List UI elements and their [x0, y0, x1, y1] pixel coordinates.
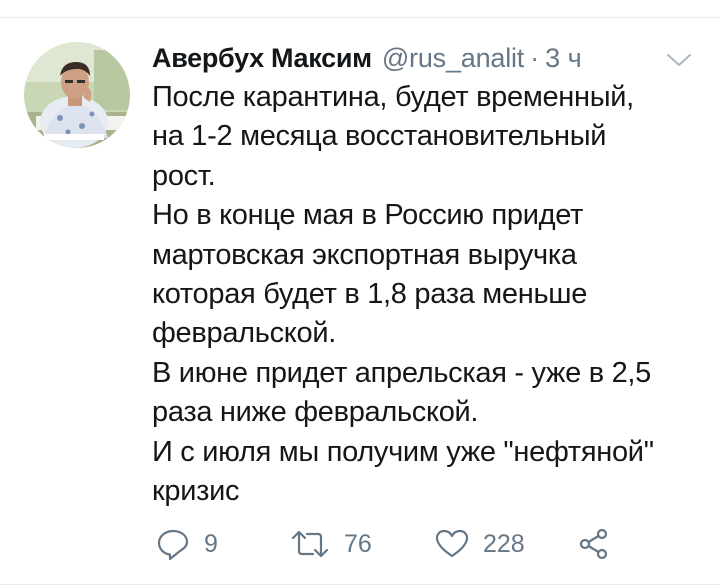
tweet-text-line: февральской.	[152, 317, 336, 350]
author-name[interactable]: Авербух Максим	[152, 40, 372, 76]
tweet-text-line: кризис	[152, 475, 240, 508]
retweet-icon	[291, 530, 329, 558]
tweet-text-line: на 1-2 месяца восстановительный	[152, 120, 607, 153]
tweet-text-line: раза ниже февральской.	[152, 396, 479, 429]
tweet-text-line: Но в конце мая в Россию придет	[152, 199, 584, 232]
tweet-text-line: рост.	[152, 159, 216, 192]
chevron-down-icon	[667, 54, 691, 66]
time-separator: ·	[530, 43, 540, 73]
tweet-text-line: которая будет в 1,8 раза меньше	[152, 278, 588, 311]
tweet-header: Авербух Максим @rus_analit · 3 ч	[152, 40, 582, 76]
like-button[interactable]: 228	[435, 529, 578, 559]
tweet-actions: 9 76 228	[156, 524, 610, 564]
top-divider	[0, 17, 720, 18]
author-handle[interactable]: @rus_analit	[382, 40, 524, 76]
tweet-text-line: И с июля мы получим уже "нефтяной"	[152, 435, 654, 468]
like-count: 228	[483, 529, 525, 558]
reply-icon	[157, 529, 189, 560]
tweet-text-line: После карантина, будет временный,	[152, 81, 634, 113]
avatar-photo	[24, 42, 130, 148]
share-icon	[579, 528, 608, 560]
retweet-button[interactable]: 76	[290, 529, 435, 559]
tweet-menu-button[interactable]	[664, 50, 694, 70]
bottom-divider	[0, 584, 720, 585]
retweet-count: 76	[344, 529, 372, 558]
tweet-text: После карантина, будет временный, на 1-2…	[152, 78, 712, 511]
reply-count: 9	[204, 529, 218, 558]
tweet-time[interactable]: 3 ч	[545, 40, 582, 76]
reply-button[interactable]: 9	[156, 528, 290, 560]
tweet-text-line: мартовская экспортная выручка	[152, 238, 577, 271]
avatar[interactable]	[24, 42, 130, 148]
share-button[interactable]	[578, 528, 610, 560]
tweet-text-line: В июне придет апрельская - уже в 2,5	[152, 356, 651, 389]
heart-icon	[435, 529, 469, 558]
